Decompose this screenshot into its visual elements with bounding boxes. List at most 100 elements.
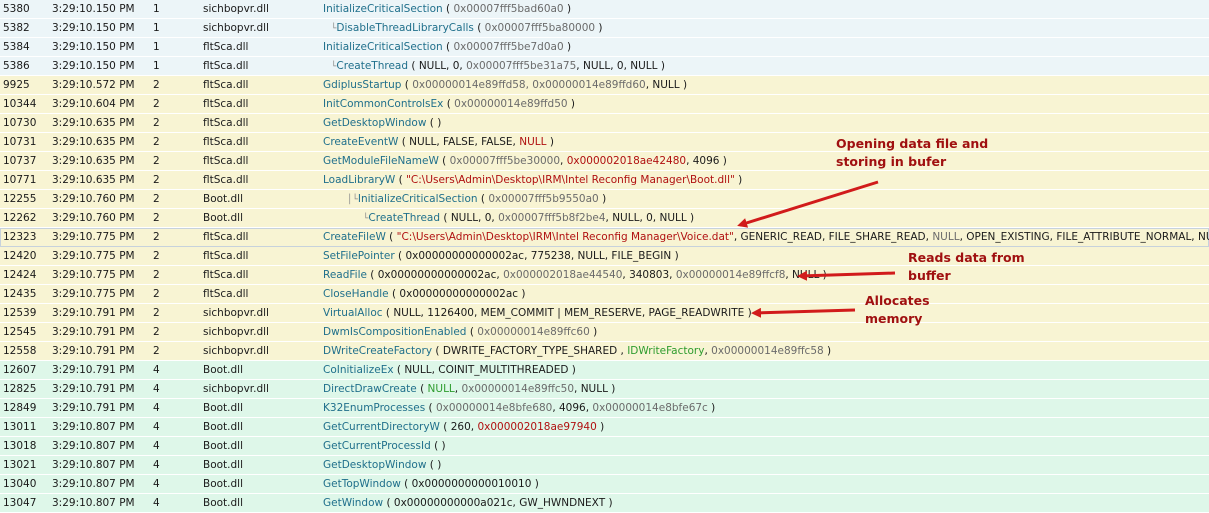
api-argument: 0x00007fff5be31a75: [466, 60, 577, 72]
open-paren: (: [388, 288, 400, 300]
row-api-call: LoadLibraryW ( "C:\Users\Admin\Desktop\I…: [323, 171, 1209, 190]
trace-row[interactable]: 13040 3:29:10.807 PM 4 Boot.dll GetTopWindow…: [0, 475, 1209, 494]
api-function-name[interactable]: VirtualAlloc: [323, 307, 383, 319]
api-function-name[interactable]: GetCurrentProcessId: [323, 440, 431, 452]
row-time: 3:29:10.150 PM: [52, 22, 135, 34]
trace-row[interactable]: 10771 3:29:10.635 PM 2 fltSca.dll LoadLibrar…: [0, 171, 1209, 190]
api-argument: 0x00007fff5bad60a0: [453, 3, 564, 15]
open-paren: (: [442, 3, 454, 15]
api-function-name[interactable]: SetFilePointer: [323, 250, 395, 262]
row-time: 3:29:10.150 PM: [52, 60, 135, 72]
trace-row[interactable]: 10344 3:29:10.604 PM 2 fltSca.dll InitCommon…: [0, 95, 1209, 114]
close-paren: ): [568, 364, 576, 376]
row-api-call: └CreateThread ( NULL, 0, 0x00007fff5b8f2…: [323, 209, 1209, 228]
trace-row[interactable]: 13047 3:29:10.807 PM 4 Boot.dll GetWindow ( …: [0, 494, 1209, 513]
row-module: Boot.dll: [203, 497, 244, 509]
api-function-name[interactable]: DwmIsCompositionEnabled: [323, 326, 466, 338]
api-function-name[interactable]: GetModuleFileNameW: [323, 155, 439, 167]
row-api-call: K32EnumProcesses ( 0x00000014e8bfe680, 4…: [323, 399, 1209, 418]
row-thread: 2: [153, 136, 160, 148]
trace-row[interactable]: 9925 3:29:10.572 PM 2 fltSca.dll GdiplusStar…: [0, 76, 1209, 95]
annotation-opening-line2: storing in bufer: [836, 154, 947, 169]
api-function-name[interactable]: CreateFileW: [323, 231, 386, 243]
api-argument: , 340803,: [622, 269, 676, 281]
open-paren: (: [383, 497, 394, 509]
api-function-name[interactable]: CreateThread: [368, 212, 440, 224]
api-argument: 0x0000000000010010: [411, 478, 532, 490]
trace-row[interactable]: 5384 3:29:10.150 PM 1 fltSca.dll InitializeC…: [0, 38, 1209, 57]
open-paren: (: [425, 402, 436, 414]
trace-row[interactable]: 12825 3:29:10.791 PM 4 sichbopvr.dll DirectD…: [0, 380, 1209, 399]
api-function-name[interactable]: InitializeCriticalSection: [323, 41, 443, 53]
row-thread: 2: [153, 231, 160, 243]
row-thread: 4: [153, 478, 160, 490]
api-function-name[interactable]: DisableThreadLibraryCalls: [336, 22, 473, 34]
close-paren: ): [567, 98, 575, 110]
api-function-name[interactable]: ReadFile: [323, 269, 367, 281]
row-time: 3:29:10.572 PM: [52, 79, 135, 91]
api-function-name[interactable]: GetDesktopWindow: [323, 459, 426, 471]
api-function-name[interactable]: GetDesktopWindow: [323, 117, 426, 129]
trace-row[interactable]: 13021 3:29:10.807 PM 4 Boot.dll GetDesktopWi…: [0, 456, 1209, 475]
row-thread: 2: [153, 345, 160, 357]
api-function-name[interactable]: GdiplusStartup: [323, 79, 401, 91]
api-function-name[interactable]: CreateEventW: [323, 136, 398, 148]
api-function-name[interactable]: GetTopWindow: [323, 478, 401, 490]
row-module: sichbopvr.dll: [203, 3, 269, 15]
api-function-name[interactable]: CloseHandle: [323, 288, 389, 300]
trace-row[interactable]: 12607 3:29:10.791 PM 4 Boot.dll CoInitialize…: [0, 361, 1209, 380]
trace-row[interactable]: 12323 3:29:10.775 PM 2 fltSca.dll CreateFile…: [0, 228, 1209, 247]
row-module: sichbopvr.dll: [203, 383, 269, 395]
trace-row[interactable]: 13018 3:29:10.807 PM 4 Boot.dll GetCurrentPr…: [0, 437, 1209, 456]
row-module: fltSca.dll: [203, 231, 249, 243]
row-module: Boot.dll: [203, 364, 244, 376]
row-module: fltSca.dll: [203, 174, 249, 186]
api-function-name[interactable]: DirectDrawCreate: [323, 383, 417, 395]
trace-row[interactable]: 12424 3:29:10.775 PM 2 fltSca.dll ReadFile (…: [0, 266, 1209, 285]
trace-row[interactable]: 10730 3:29:10.635 PM 2 fltSca.dll GetDesktop…: [0, 114, 1209, 133]
api-function-name[interactable]: CoInitializeEx: [323, 364, 394, 376]
api-function-name[interactable]: GetCurrentDirectoryW: [323, 421, 440, 433]
trace-row[interactable]: 12545 3:29:10.791 PM 2 sichbopvr.dll DwmIsCo…: [0, 323, 1209, 342]
api-argument: , NULL: [785, 269, 820, 281]
row-api-call: InitCommonControlsEx ( 0x00000014e89ffd5…: [323, 95, 1209, 114]
row-module: Boot.dll: [203, 478, 244, 490]
trace-row[interactable]: 12539 3:29:10.791 PM 2 sichbopvr.dll Virtual…: [0, 304, 1209, 323]
row-thread: 2: [153, 117, 160, 129]
row-module: fltSca.dll: [203, 269, 249, 281]
trace-row[interactable]: 12849 3:29:10.791 PM 4 Boot.dll K32EnumProce…: [0, 399, 1209, 418]
trace-row[interactable]: 12255 3:29:10.760 PM 2 Boot.dll │└Initialize…: [0, 190, 1209, 209]
api-function-name[interactable]: DWriteCreateFactory: [323, 345, 432, 357]
api-argument: 0x000002018ae44540: [503, 269, 623, 281]
api-function-name[interactable]: InitializeCriticalSection: [358, 193, 478, 205]
api-function-name[interactable]: K32EnumProcesses: [323, 402, 425, 414]
trace-row[interactable]: 5382 3:29:10.150 PM 1 sichbopvr.dll └Disable…: [0, 19, 1209, 38]
row-thread: 4: [153, 364, 160, 376]
row-api-call: CreateEventW ( NULL, FALSE, FALSE, NULL …: [323, 133, 1209, 152]
row-time: 3:29:10.635 PM: [52, 174, 135, 186]
row-thread: 2: [153, 288, 160, 300]
api-function-name[interactable]: GetWindow: [323, 497, 383, 509]
trace-row[interactable]: 13011 3:29:10.807 PM 4 Boot.dll GetCurrentDi…: [0, 418, 1209, 437]
trace-row[interactable]: 12558 3:29:10.791 PM 2 sichbopvr.dll DWriteC…: [0, 342, 1209, 361]
api-argument: IDWriteFactory: [627, 345, 705, 357]
row-sequence-number: 12607: [3, 364, 37, 376]
row-sequence-number: 9925: [3, 79, 30, 91]
row-module: Boot.dll: [203, 459, 244, 471]
trace-row[interactable]: 5386 3:29:10.150 PM 1 fltSca.dll └CreateThre…: [0, 57, 1209, 76]
api-function-name[interactable]: CreateThread: [336, 60, 408, 72]
api-function-name[interactable]: InitializeCriticalSection: [323, 3, 443, 15]
trace-row[interactable]: 10737 3:29:10.635 PM 2 fltSca.dll GetModuleF…: [0, 152, 1209, 171]
trace-row[interactable]: 5380 3:29:10.150 PM 1 sichbopvr.dll Initiali…: [0, 0, 1209, 19]
row-module: fltSca.dll: [203, 136, 249, 148]
row-sequence-number: 12539: [3, 307, 37, 319]
trace-row[interactable]: 12435 3:29:10.775 PM 2 fltSca.dll CloseHandl…: [0, 285, 1209, 304]
api-function-name[interactable]: InitCommonControlsEx: [323, 98, 443, 110]
open-paren: (: [382, 307, 394, 319]
api-function-name[interactable]: LoadLibraryW: [323, 174, 395, 186]
trace-row[interactable]: 12262 3:29:10.760 PM 2 Boot.dll └CreateThrea…: [0, 209, 1209, 228]
trace-row[interactable]: 10731 3:29:10.635 PM 2 fltSca.dll CreateEven…: [0, 133, 1209, 152]
row-api-call: ReadFile ( 0x00000000000002ac, 0x0000020…: [323, 266, 1209, 285]
trace-row[interactable]: 12420 3:29:10.775 PM 2 fltSca.dll SetFilePoi…: [0, 247, 1209, 266]
row-thread: 4: [153, 440, 160, 452]
